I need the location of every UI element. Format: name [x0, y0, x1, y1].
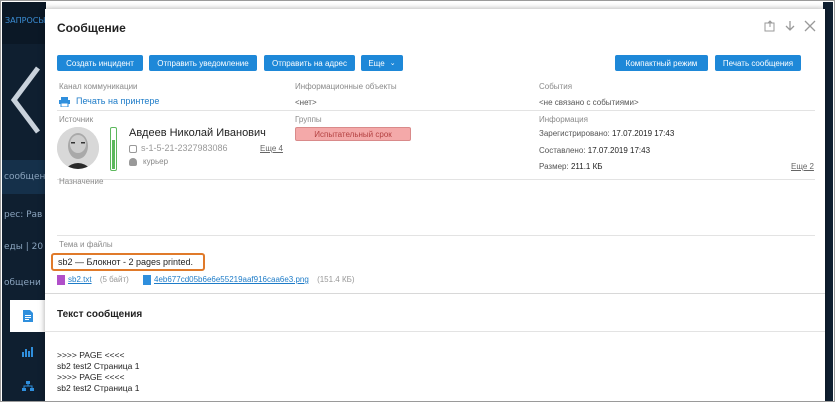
message-line: sb2 test2 Страница 1 [57, 361, 140, 371]
message-dialog: Сообщение Создать инцидент Отправить уве… [45, 9, 825, 401]
divider [57, 179, 815, 180]
channel-label: Канал коммуникации [59, 82, 138, 91]
back-arrow-icon[interactable] [8, 60, 46, 140]
image-file-icon [143, 275, 151, 285]
channel-value[interactable]: Печать на принтере [59, 96, 160, 108]
registered-label: Зарегистрировано: [539, 129, 610, 138]
file-name[interactable]: 4eb677cd05b6e6e55219aaf916caa6e3.png [154, 275, 309, 284]
composed-value: 17.07.2019 17:43 [587, 146, 651, 155]
background-row-text: сообщения [4, 172, 46, 182]
person-icon [129, 157, 137, 166]
compact-mode-button[interactable]: Компактный режим [615, 55, 708, 71]
text-file-icon [57, 275, 65, 285]
channel-value-text: Печать на принтере [76, 96, 160, 106]
side-tab-hierarchy[interactable] [10, 370, 46, 401]
send-notification-button[interactable]: Отправить уведомление [149, 55, 257, 71]
registered-row: Зарегистрировано: 17.07.2019 17:43 [539, 129, 674, 138]
subject-highlight-box: sb2 — Блокнот - 2 pages printed. [51, 253, 205, 271]
source-label: Источник [59, 115, 94, 124]
size-label: Размер: [539, 162, 569, 171]
side-tab-chart[interactable] [10, 336, 46, 368]
dialog-window-controls [763, 19, 817, 33]
source-role-text: курьер [143, 157, 169, 166]
purpose-label: Назначение [59, 177, 104, 186]
file-item[interactable]: sb2.txt (5 байт) [57, 275, 129, 285]
subject-value: sb2 — Блокнот - 2 pages printed. [58, 257, 194, 267]
arrow-down-icon[interactable] [783, 19, 797, 33]
divider [57, 235, 815, 236]
divider [57, 110, 815, 111]
composed-row: Составлено: 17.07.2019 17:43 [539, 146, 650, 155]
message-line: sb2 test2 Страница 1 [57, 383, 140, 393]
source-sid: s-1-5-21-2327983086 [129, 143, 228, 153]
more-dropdown-label: Еще [368, 58, 385, 68]
export-icon[interactable] [763, 19, 777, 33]
background-row-text: общени [4, 278, 41, 288]
background-row-text: рес: Рав [4, 210, 43, 220]
background-app: ЗАПРОСЫ сообщения рес: Рав еды | 20 обще… [2, 2, 46, 401]
source-role: курьер [129, 157, 168, 166]
screenshot-frame: ЗАПРОСЫ сообщения рес: Рав еды | 20 обще… [0, 0, 835, 402]
registered-value: 17.07.2019 17:43 [611, 129, 675, 138]
subject-label: Тема и файлы [59, 240, 113, 249]
information-more-link[interactable]: Еще 2 [791, 162, 814, 171]
events-label: События [539, 82, 573, 91]
avatar [57, 127, 99, 169]
background-header: ЗАПРОСЫ [2, 2, 46, 44]
printer-icon [59, 96, 70, 108]
divider [45, 331, 825, 332]
events-value: <не связано с событиями> [539, 98, 639, 107]
send-to-address-button[interactable]: Отправить на адрес [264, 55, 355, 71]
source-sid-text: s-1-5-21-2327983086 [141, 143, 228, 153]
info-objects-value: <нет> [295, 98, 317, 107]
message-text-title: Текст сообщения [57, 309, 143, 320]
background-top-text: ЗАПРОСЫ [5, 16, 46, 25]
message-line: >>>> PAGE <<<< [57, 350, 125, 360]
document-icon [23, 310, 33, 322]
source-more-link[interactable]: Еще 4 [260, 144, 283, 153]
composed-label: Составлено: [539, 146, 586, 155]
dialog-title: Сообщение [57, 21, 126, 35]
background-row-text: еды | 20 [4, 242, 44, 252]
print-message-button[interactable]: Печать сообщения [715, 55, 801, 71]
side-tab-document[interactable] [10, 300, 46, 332]
size-row: Размер: 211.1 КБ [539, 162, 603, 171]
create-incident-button[interactable]: Создать инцидент [57, 55, 143, 71]
message-line: >>>> PAGE <<<< [57, 372, 125, 382]
source-name: Авдеев Николай Иванович [129, 127, 266, 139]
user-id-icon [129, 144, 137, 153]
groups-label: Группы [295, 115, 322, 124]
info-objects-label: Информационные объекты [295, 82, 397, 91]
chevron-down-icon: ⌄ [389, 60, 396, 67]
file-name[interactable]: sb2.txt [68, 275, 92, 284]
group-badge[interactable]: Испытательный срок [295, 127, 411, 141]
more-dropdown-button[interactable]: Еще ⌄ [361, 55, 403, 71]
online-status-indicator [110, 127, 117, 171]
information-label: Информация [539, 115, 588, 124]
online-status-fill [112, 139, 115, 169]
file-size: (5 байт) [99, 275, 129, 285]
divider [45, 293, 825, 294]
file-item[interactable]: 4eb677cd05b6e6e55219aaf916caa6e3.png (15… [143, 275, 355, 285]
hierarchy-icon [22, 381, 34, 391]
close-icon[interactable] [803, 19, 817, 33]
size-value: 211.1 КБ [570, 162, 603, 171]
file-size: (151.4 КБ) [317, 275, 355, 285]
bar-chart-icon [22, 347, 33, 357]
